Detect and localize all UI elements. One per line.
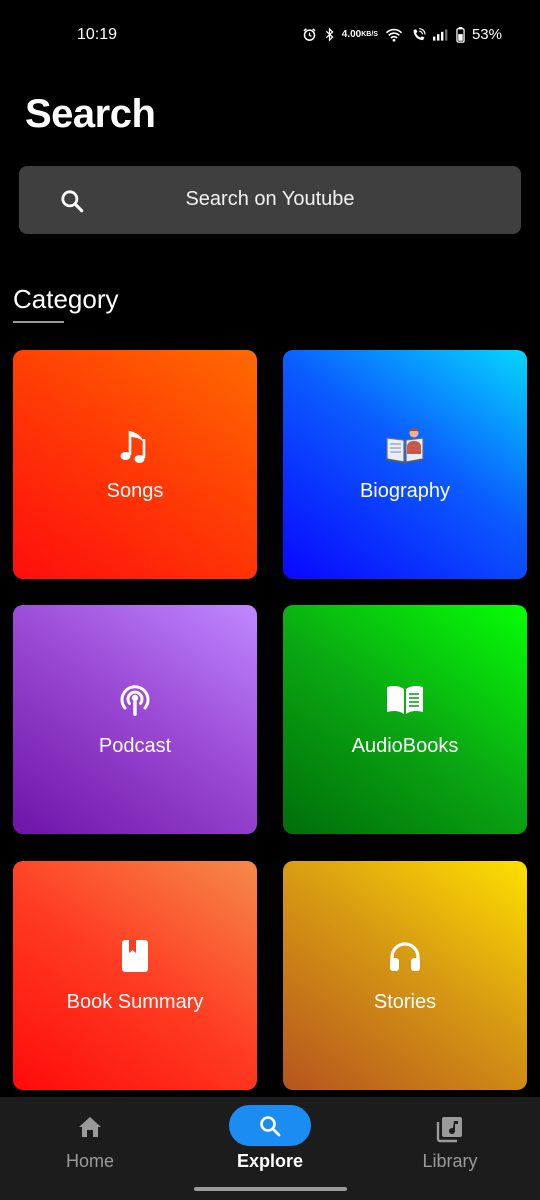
net-speed-unit: KB/S [361,30,378,38]
tile-label: Podcast [98,735,172,757]
battery-icon [456,26,465,43]
search-placeholder: Search on Youtube [185,188,355,210]
search-icon [258,1114,282,1138]
bluetooth-icon [324,27,335,42]
page-title: Search [25,92,156,136]
tile-label: Book Summary [66,991,204,1013]
nav-item-explore[interactable]: Explore [180,1097,360,1187]
category-tile-stories[interactable]: Stories [283,861,527,1090]
search-bar[interactable]: Search on Youtube [19,166,521,234]
category-underline [13,321,64,323]
wifi-calling-icon [410,27,426,42]
nav-item-home[interactable]: Home [0,1097,180,1187]
tile-label: Biography [359,480,451,502]
tile-label: AudioBooks [351,735,459,757]
signal-icon [432,28,449,41]
battery-level: 53% [471,26,502,43]
alarm-icon [302,27,317,42]
bookmark-book-icon [13,935,257,977]
net-speed: 4.00 KB/S [341,28,378,40]
library-music-icon [436,1115,464,1143]
nav-label-library: Library [422,1151,478,1171]
wifi-icon [385,28,403,42]
status-bar: 10:19 4.00 KB/S 53% [0,0,540,72]
nav-label-home: Home [65,1151,114,1171]
category-title: Category [13,284,119,314]
home-icon [77,1115,103,1139]
open-book-reader-icon [283,424,527,466]
category-tile-podcast[interactable]: Podcast [13,605,257,834]
headphones-icon [283,935,527,977]
nav-item-library[interactable]: Library [360,1097,540,1187]
category-tile-audiobooks[interactable]: AudioBooks [283,605,527,834]
tile-label: Songs [106,480,164,502]
net-speed-value: 4.00 [341,28,362,40]
open-book-icon [283,679,527,721]
home-indicator [194,1187,347,1191]
category-tile-songs[interactable]: Songs [13,350,257,579]
bottom-nav: Home Explore Library [0,1097,540,1200]
nav-label-explore: Explore [236,1151,304,1171]
music-note-icon [13,424,257,466]
category-tile-book-summary[interactable]: Book Summary [13,861,257,1090]
category-tile-biography[interactable]: Biography [283,350,527,579]
tile-label: Stories [373,991,437,1013]
status-time: 10:19 [77,26,118,43]
status-icons: 4.00 KB/S 53% [302,26,502,43]
podcast-icon [13,679,257,721]
